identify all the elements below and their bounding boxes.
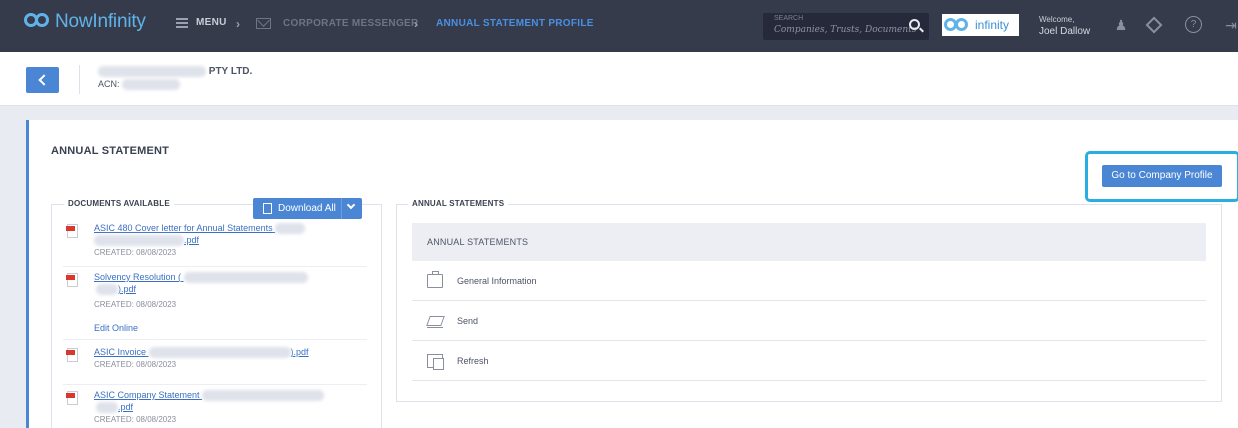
user-welcome[interactable]: Welcome, Joel Dallow <box>1039 14 1090 38</box>
search-icon[interactable] <box>909 19 920 30</box>
breadcrumb-separator-icon: › <box>414 17 418 31</box>
menu-button[interactable]: MENU <box>176 17 227 28</box>
user-name: Joel Dallow <box>1039 26 1091 37</box>
document-name: Solvency Resolution ( <box>94 272 182 282</box>
download-icon <box>263 203 272 214</box>
document-link[interactable]: Solvency Resolution ( ).pdf <box>94 271 354 296</box>
redacted-text <box>202 390 325 402</box>
redacted-text <box>148 347 291 359</box>
document-ext: ).pdf <box>118 284 137 295</box>
document-item: ASIC Company Statement .pdf CREATED: 08/… <box>63 389 367 428</box>
hamburger-icon <box>176 17 188 28</box>
annual-statements-section: ANNUAL STATEMENTS ANNUAL STATEMENTS Gene… <box>396 199 1222 402</box>
company-header: PTY LTD. ACN: <box>0 52 1238 106</box>
brand-infinity-icon <box>24 11 50 33</box>
header-divider <box>79 65 80 94</box>
documents-legend: DOCUMENTS AVAILABLE <box>64 199 174 208</box>
breadcrumb-annual-statement-profile[interactable]: ANNUAL STATEMENT PROFILE <box>436 18 594 29</box>
partner-infinity-icon <box>944 17 972 33</box>
document-name: ASIC 480 Cover letter for Annual Stateme… <box>94 223 273 233</box>
redacted-text <box>96 284 118 296</box>
page-title: ANNUAL STATEMENT <box>51 145 170 157</box>
statements-header: ANNUAL STATEMENTS <box>412 223 1206 261</box>
annual-statement-panel: ANNUAL STATEMENT Go to Company Profile D… <box>26 120 1238 428</box>
redacted-text <box>275 223 306 235</box>
brand-logo[interactable]: NowInfinity <box>24 11 146 33</box>
document-name: ASIC Company Statement <box>94 390 200 400</box>
redacted-text <box>183 272 308 284</box>
document-link[interactable]: ASIC Company Statement .pdf <box>94 389 354 414</box>
document-created: CREATED: 08/08/2023 <box>94 248 177 257</box>
statement-row-send[interactable]: Send <box>412 301 1206 341</box>
briefcase-icon <box>427 271 443 288</box>
edit-online-link[interactable]: Edit Online <box>94 323 138 333</box>
partner-logo-text: infinity <box>975 18 1010 32</box>
document-created: CREATED: 08/08/2023 <box>94 300 177 309</box>
user-manage-icon[interactable]: ♟ <box>1112 16 1130 34</box>
documents-available-section: DOCUMENTS AVAILABLE Download All ASIC 48… <box>51 198 382 428</box>
refresh-document-icon <box>427 354 444 370</box>
statement-row-general-information[interactable]: General Information <box>412 261 1206 301</box>
document-item: ASIC Invoice ).pdf CREATED: 08/08/2023 <box>63 346 367 385</box>
top-navbar: NowInfinity MENU › CORPORATE MESSENGER ›… <box>0 0 1238 52</box>
diamond-icon[interactable] <box>1145 16 1163 34</box>
company-acn: ACN: <box>98 79 181 91</box>
partner-logo: infinity <box>942 14 1019 36</box>
statements-legend: ANNUAL STATEMENTS <box>408 199 509 208</box>
download-all-label: Download All <box>278 203 336 214</box>
statement-row-label: Send <box>457 316 479 326</box>
statement-row-label: Refresh <box>457 356 489 366</box>
document-link[interactable]: ASIC 480 Cover letter for Annual Stateme… <box>94 222 354 247</box>
pdf-icon <box>66 224 78 238</box>
download-all-button[interactable]: Download All <box>253 198 362 219</box>
document-link[interactable]: ASIC Invoice ).pdf <box>94 346 354 359</box>
document-item: Solvency Resolution ( ).pdf CREATED: 08/… <box>63 271 367 340</box>
send-mail-icon <box>427 314 443 328</box>
redacted-text <box>122 79 181 91</box>
brand-name: NowInfinity <box>55 11 146 32</box>
company-name-suffix: PTY LTD. <box>208 66 253 78</box>
document-item: ASIC 480 Cover letter for Annual Stateme… <box>63 222 367 267</box>
pdf-icon <box>66 391 78 405</box>
statement-row-label: General Information <box>457 276 537 286</box>
redacted-text <box>98 66 206 77</box>
document-ext: ).pdf <box>290 347 309 357</box>
acn-label: ACN: <box>98 79 120 89</box>
breadcrumb-corporate-messenger[interactable]: CORPORATE MESSENGER <box>283 18 419 29</box>
document-ext: .pdf <box>118 402 134 413</box>
redacted-text <box>94 235 184 247</box>
search-box[interactable]: SEARCH Companies, Trusts, Documents <box>763 13 929 40</box>
redacted-text <box>96 402 118 414</box>
document-ext: .pdf <box>184 235 200 246</box>
pdf-icon <box>66 348 78 362</box>
document-created: CREATED: 08/08/2023 <box>94 415 177 424</box>
breadcrumb-separator-icon: › <box>236 17 240 31</box>
document-created: CREATED: 08/08/2023 <box>94 360 177 369</box>
welcome-label: Welcome, <box>1039 15 1075 24</box>
back-button[interactable] <box>26 67 59 93</box>
help-icon[interactable]: ? <box>1185 16 1202 33</box>
statement-row-refresh[interactable]: Refresh <box>412 341 1206 381</box>
chevron-down-icon[interactable] <box>346 200 356 210</box>
logout-icon[interactable]: ⇥ <box>1222 16 1238 34</box>
company-name: PTY LTD. <box>98 66 252 77</box>
search-label: SEARCH <box>774 15 804 22</box>
dropdown-divider <box>341 198 342 219</box>
pdf-icon <box>66 273 78 287</box>
document-name: ASIC Invoice <box>94 347 147 357</box>
menu-label: MENU <box>196 17 227 28</box>
envelope-icon <box>256 18 271 29</box>
go-to-company-profile-button[interactable]: Go to Company Profile <box>1102 165 1222 187</box>
search-input[interactable]: Companies, Trusts, Documents <box>774 25 916 35</box>
